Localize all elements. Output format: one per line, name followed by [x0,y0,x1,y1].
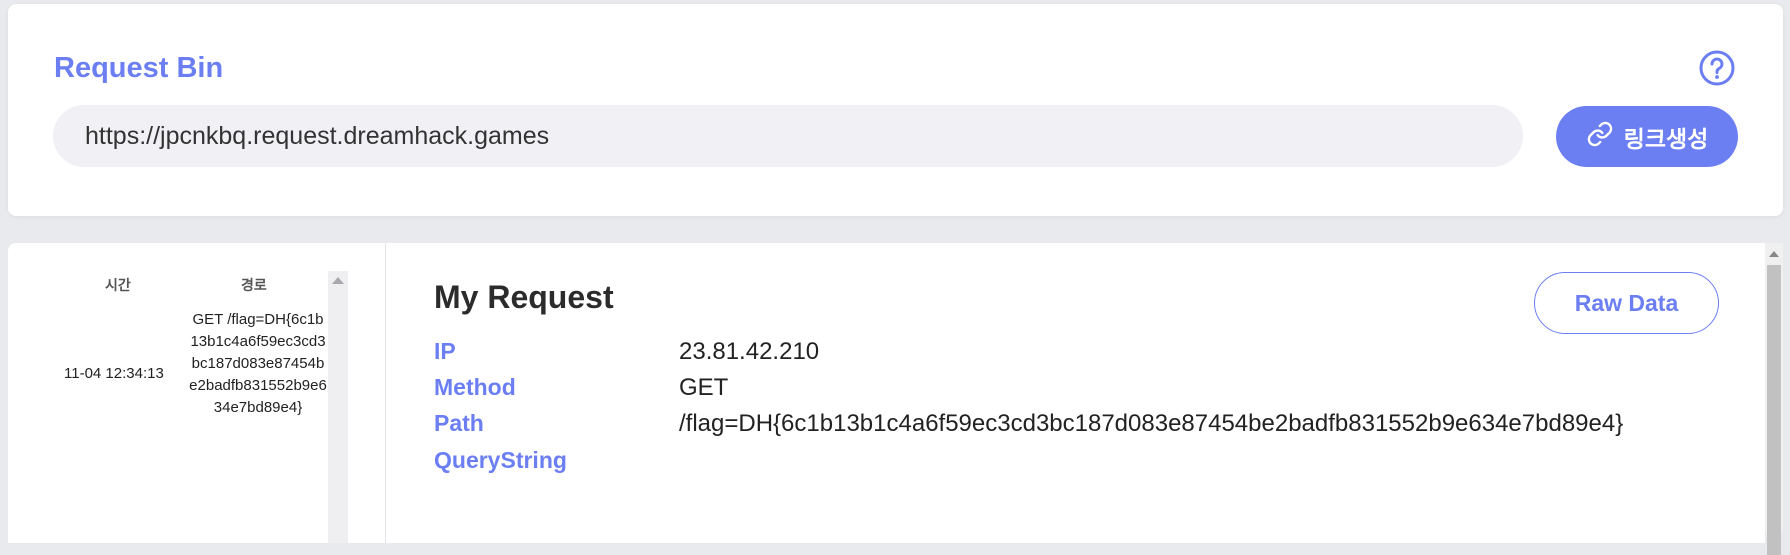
scrollbar-thumb[interactable] [1767,265,1781,555]
generate-link-button[interactable]: 링크생성 [1556,106,1738,167]
field-label-path: Path [434,410,484,436]
bin-url-field[interactable] [53,105,1523,167]
request-row-time: 11-04 12:34:13 [64,365,164,382]
page-scrollbar[interactable] [1765,243,1783,555]
link-icon [1586,120,1614,154]
field-label-ip: IP [434,338,456,364]
field-value-ip: 23.81.42.210 [679,338,820,365]
scroll-up-arrow[interactable] [1769,251,1779,257]
list-scrollbar[interactable] [328,271,348,543]
request-bin-card: Request Bin 링크생성 [8,4,1783,216]
help-icon[interactable] [1698,49,1736,87]
page-title: Request Bin [54,52,224,84]
generate-link-label: 링크생성 [1623,125,1709,152]
request-panel: 시간 경로 11-04 12:34:13 GET /flag=DH{6c1b13… [8,243,1765,543]
request-list: 시간 경로 11-04 12:34:13 GET /flag=DH{6c1b13… [8,243,386,543]
column-header-time: 시간 [105,277,131,293]
scroll-up-icon[interactable] [332,277,344,284]
detail-title: My Request [434,279,614,315]
request-row-path: GET /flag=DH{6c1b13b1c4a6f59ec3cd3bc187d… [189,311,327,416]
column-header-path: 경로 [241,277,267,293]
field-value-path: /flag=DH{6c1b13b1c4a6f59ec3cd3bc187d083e… [679,410,1624,437]
field-label-method: Method [434,374,516,400]
field-label-querystring: QueryString [434,447,567,473]
raw-data-button[interactable]: Raw Data [1534,272,1719,334]
field-value-method: GET [679,374,729,401]
